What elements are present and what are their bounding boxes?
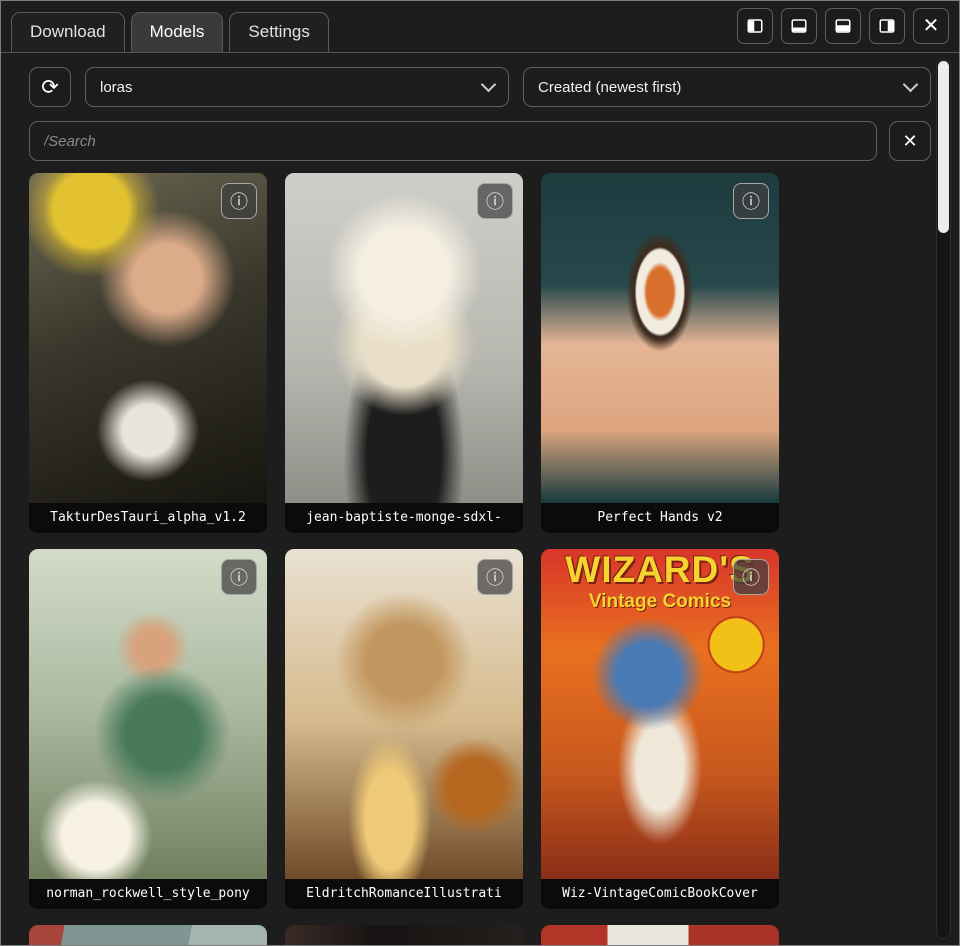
model-type-value: loras — [100, 79, 133, 96]
header-bar: Download Models Settings — [1, 1, 959, 53]
tab-models[interactable]: Models — [131, 12, 224, 52]
model-browser-window: Download Models Settings — [0, 0, 960, 946]
panel-bottom-large-icon — [834, 17, 852, 35]
refresh-button[interactable]: ⟳ — [29, 67, 71, 107]
search-input[interactable] — [29, 121, 877, 161]
model-thumbnail: ⓘ — [285, 549, 523, 879]
clear-search-button[interactable]: ✕ — [889, 121, 931, 161]
panel-left-button[interactable] — [737, 8, 773, 44]
model-name: jean-baptiste-monge-sdxl- — [285, 503, 523, 533]
model-card[interactable]: ⓘ Perfect Hands v2 — [541, 173, 779, 533]
info-button[interactable]: ⓘ — [221, 183, 257, 219]
scrollbar-track[interactable] — [936, 59, 951, 939]
sort-select[interactable]: Created (newest first) — [523, 67, 931, 107]
model-card[interactable]: ⓘ TakturDesTauri_alpha_v1.2 — [29, 173, 267, 533]
model-thumbnail — [541, 925, 779, 945]
tab-download[interactable]: Download — [11, 12, 125, 52]
model-name: TakturDesTauri_alpha_v1.2 — [29, 503, 267, 533]
model-card[interactable]: ⓘ jean-baptiste-monge-sdxl- — [285, 173, 523, 533]
info-icon: ⓘ — [486, 564, 504, 590]
model-thumbnail: ⓘ — [29, 549, 267, 879]
tab-bar: Download Models Settings — [11, 12, 329, 52]
panel-right-icon — [878, 17, 896, 35]
panel-bottom-button[interactable] — [781, 8, 817, 44]
panel-bottom-large-button[interactable] — [825, 8, 861, 44]
model-card[interactable]: ⓘ EldritchRomanceIllustrati — [285, 549, 523, 909]
tab-settings[interactable]: Settings — [229, 12, 328, 52]
model-thumbnail — [29, 925, 267, 945]
close-button[interactable]: ✕ — [913, 8, 949, 44]
model-type-select[interactable]: loras — [85, 67, 509, 107]
model-thumbnail: ⓘ — [285, 173, 523, 503]
info-icon: ⓘ — [486, 188, 504, 214]
close-icon: ✕ — [923, 16, 940, 36]
model-card[interactable] — [29, 925, 267, 945]
model-card[interactable] — [541, 925, 779, 945]
info-icon: ⓘ — [230, 188, 248, 214]
model-name: Perfect Hands v2 — [541, 503, 779, 533]
chevron-down-icon — [903, 77, 919, 93]
model-name: norman_rockwell_style_pony — [29, 879, 267, 909]
info-button[interactable]: ⓘ — [221, 559, 257, 595]
panel-right-button[interactable] — [869, 8, 905, 44]
panel-bottom-icon — [790, 17, 808, 35]
window-buttons: ✕ — [737, 8, 949, 52]
model-thumbnail — [285, 925, 523, 945]
info-button[interactable]: ⓘ — [733, 559, 769, 595]
model-card[interactable] — [285, 925, 523, 945]
model-name: EldritchRomanceIllustrati — [285, 879, 523, 909]
close-icon: ✕ — [902, 131, 917, 152]
model-thumbnail: WIZARD'S Vintage Comics ⓘ — [541, 549, 779, 879]
model-grid: ⓘ TakturDesTauri_alpha_v1.2 ⓘ jean-bapti… — [1, 173, 959, 945]
info-button[interactable]: ⓘ — [477, 559, 513, 595]
info-icon: ⓘ — [230, 564, 248, 590]
controls-row: ⟳ loras Created (newest first) — [1, 53, 959, 107]
info-button[interactable]: ⓘ — [733, 183, 769, 219]
scrollbar-thumb[interactable] — [938, 61, 949, 233]
model-thumbnail: ⓘ — [541, 173, 779, 503]
model-card[interactable]: ⓘ norman_rockwell_style_pony — [29, 549, 267, 909]
chevron-down-icon — [481, 77, 497, 93]
sort-value: Created (newest first) — [538, 79, 681, 96]
search-row: ✕ — [1, 107, 959, 161]
model-name: Wiz-VintageComicBookCover — [541, 879, 779, 909]
refresh-icon: ⟳ — [41, 75, 59, 100]
model-card[interactable]: WIZARD'S Vintage Comics ⓘ Wiz-VintageCom… — [541, 549, 779, 909]
info-button[interactable]: ⓘ — [477, 183, 513, 219]
panel-left-icon — [746, 17, 764, 35]
info-icon: ⓘ — [742, 564, 760, 590]
info-icon: ⓘ — [742, 188, 760, 214]
model-thumbnail: ⓘ — [29, 173, 267, 503]
